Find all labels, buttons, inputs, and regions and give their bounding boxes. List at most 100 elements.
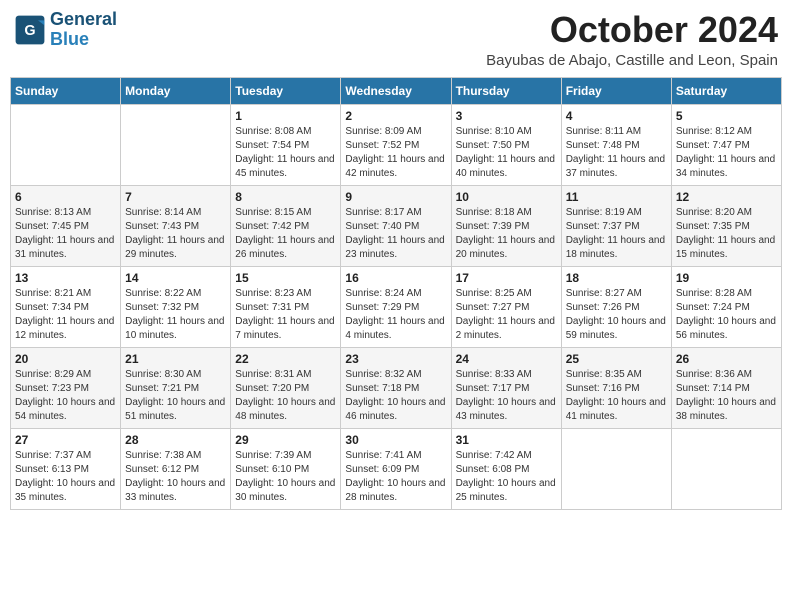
day-number: 1 xyxy=(235,109,336,123)
day-info: Sunrise: 8:25 AM Sunset: 7:27 PM Dayligh… xyxy=(456,287,557,343)
day-number: 4 xyxy=(566,109,667,123)
title-block: October 2024 Bayubas de Abajo, Castille … xyxy=(486,10,778,69)
calendar-cell: 14Sunrise: 8:22 AM Sunset: 7:32 PM Dayli… xyxy=(121,266,231,347)
day-number: 26 xyxy=(676,352,777,366)
calendar-cell: 17 Sunrise: 8:25 AM Sunset: 7:27 PM Dayli… xyxy=(451,266,561,347)
day-info: Sunrise: 8:33 AM Sunset: 7:17 PM Dayligh… xyxy=(456,368,557,424)
day-info: Sunrise: 8:28 AM Sunset: 7:24 PM Dayligh… xyxy=(676,287,777,343)
weekday-sunday: Sunday xyxy=(11,77,121,104)
day-info: Sunrise: 7:41 AM Sunset: 6:09 PM Dayligh… xyxy=(345,449,446,505)
day-number: 27 xyxy=(15,433,116,447)
weekday-thursday: Thursday xyxy=(451,77,561,104)
day-number: 5 xyxy=(676,109,777,123)
calendar-cell xyxy=(671,428,781,509)
day-number: 24 xyxy=(456,352,557,366)
month-title: October 2024 xyxy=(486,10,778,50)
calendar-cell: 18 Sunrise: 8:27 AM Sunset: 7:26 PM Dayli… xyxy=(561,266,671,347)
day-info: Sunrise: 8:32 AM Sunset: 7:18 PM Dayligh… xyxy=(345,368,446,424)
day-info: Sunrise: 8:13 AM Sunset: 7:45 PM Dayligh… xyxy=(15,206,116,262)
day-info: Sunrise: 8:24 AM Sunset: 7:29 PM Dayligh… xyxy=(345,287,446,343)
day-info: Sunrise: 8:09 AM Sunset: 7:52 PM Dayligh… xyxy=(345,125,446,181)
calendar-week-5: 27 Sunrise: 7:37 AM Sunset: 6:13 PM Dayli… xyxy=(11,428,782,509)
day-number: 23 xyxy=(345,352,446,366)
day-number: 2 xyxy=(345,109,446,123)
calendar-cell xyxy=(561,428,671,509)
page-header: G General Blue October 2024 Bayubas de A… xyxy=(10,10,782,69)
day-info: Sunrise: 8:23 AM Sunset: 7:31 PM Dayligh… xyxy=(235,287,336,343)
calendar-cell: 3 Sunrise: 8:10 AM Sunset: 7:50 PM Daylig… xyxy=(451,104,561,185)
day-info: Sunrise: 8:15 AM Sunset: 7:42 PM Dayligh… xyxy=(235,206,336,262)
weekday-friday: Friday xyxy=(561,77,671,104)
day-number: 28 xyxy=(125,433,226,447)
calendar-cell: 11Sunrise: 8:19 AM Sunset: 7:37 PM Dayli… xyxy=(561,185,671,266)
calendar-week-4: 20Sunrise: 8:29 AM Sunset: 7:23 PM Dayli… xyxy=(11,347,782,428)
day-info: Sunrise: 7:37 AM Sunset: 6:13 PM Dayligh… xyxy=(15,449,116,505)
day-info: Sunrise: 8:17 AM Sunset: 7:40 PM Dayligh… xyxy=(345,206,446,262)
day-info: Sunrise: 8:36 AM Sunset: 7:14 PM Dayligh… xyxy=(676,368,777,424)
day-number: 25 xyxy=(566,352,667,366)
day-number: 8 xyxy=(235,190,336,204)
day-info: Sunrise: 8:20 AM Sunset: 7:35 PM Dayligh… xyxy=(676,206,777,262)
day-info: Sunrise: 8:10 AM Sunset: 7:50 PM Dayligh… xyxy=(456,125,557,181)
day-info: Sunrise: 8:08 AM Sunset: 7:54 PM Dayligh… xyxy=(235,125,336,181)
calendar-cell: 1 Sunrise: 8:08 AM Sunset: 7:54 PM Daylig… xyxy=(231,104,341,185)
calendar-cell: 21 Sunrise: 8:30 AM Sunset: 7:21 PM Dayli… xyxy=(121,347,231,428)
calendar-cell: 7Sunrise: 8:14 AM Sunset: 7:43 PM Daylig… xyxy=(121,185,231,266)
weekday-monday: Monday xyxy=(121,77,231,104)
location-title: Bayubas de Abajo, Castille and Leon, Spa… xyxy=(486,52,778,69)
day-info: Sunrise: 7:42 AM Sunset: 6:08 PM Dayligh… xyxy=(456,449,557,505)
calendar-week-2: 6 Sunrise: 8:13 AM Sunset: 7:45 PM Daylig… xyxy=(11,185,782,266)
calendar-body: 1 Sunrise: 8:08 AM Sunset: 7:54 PM Daylig… xyxy=(11,104,782,509)
calendar-cell: 23 Sunrise: 8:32 AM Sunset: 7:18 PM Dayli… xyxy=(341,347,451,428)
calendar-cell: 28 Sunrise: 7:38 AM Sunset: 6:12 PM Dayli… xyxy=(121,428,231,509)
day-info: Sunrise: 8:21 AM Sunset: 7:34 PM Dayligh… xyxy=(15,287,116,343)
weekday-wednesday: Wednesday xyxy=(341,77,451,104)
calendar-cell: 27 Sunrise: 7:37 AM Sunset: 6:13 PM Dayli… xyxy=(11,428,121,509)
day-number: 10 xyxy=(456,190,557,204)
day-info: Sunrise: 8:12 AM Sunset: 7:47 PM Dayligh… xyxy=(676,125,777,181)
calendar-cell: 29Sunrise: 7:39 AM Sunset: 6:10 PM Dayli… xyxy=(231,428,341,509)
weekday-tuesday: Tuesday xyxy=(231,77,341,104)
calendar-cell: 31 Sunrise: 7:42 AM Sunset: 6:08 PM Dayli… xyxy=(451,428,561,509)
calendar-cell: 25 Sunrise: 8:35 AM Sunset: 7:16 PM Dayli… xyxy=(561,347,671,428)
day-number: 3 xyxy=(456,109,557,123)
calendar-cell: 30 Sunrise: 7:41 AM Sunset: 6:09 PM Dayli… xyxy=(341,428,451,509)
calendar-cell: 9 Sunrise: 8:17 AM Sunset: 7:40 PM Daylig… xyxy=(341,185,451,266)
logo-icon: G xyxy=(14,14,46,46)
svg-text:G: G xyxy=(24,23,35,39)
day-number: 12 xyxy=(676,190,777,204)
calendar-cell: 26 Sunrise: 8:36 AM Sunset: 7:14 PM Dayli… xyxy=(671,347,781,428)
day-info: Sunrise: 7:39 AM Sunset: 6:10 PM Dayligh… xyxy=(235,449,336,505)
day-info: Sunrise: 8:27 AM Sunset: 7:26 PM Dayligh… xyxy=(566,287,667,343)
calendar-cell: 16Sunrise: 8:24 AM Sunset: 7:29 PM Dayli… xyxy=(341,266,451,347)
day-number: 19 xyxy=(676,271,777,285)
calendar-cell: 20Sunrise: 8:29 AM Sunset: 7:23 PM Dayli… xyxy=(11,347,121,428)
day-number: 13 xyxy=(15,271,116,285)
calendar-cell: 6 Sunrise: 8:13 AM Sunset: 7:45 PM Daylig… xyxy=(11,185,121,266)
day-number: 21 xyxy=(125,352,226,366)
day-number: 30 xyxy=(345,433,446,447)
day-number: 31 xyxy=(456,433,557,447)
day-number: 9 xyxy=(345,190,446,204)
day-number: 6 xyxy=(15,190,116,204)
weekday-header-row: SundayMondayTuesdayWednesdayThursdayFrid… xyxy=(11,77,782,104)
day-number: 14 xyxy=(125,271,226,285)
day-number: 15 xyxy=(235,271,336,285)
day-info: Sunrise: 8:30 AM Sunset: 7:21 PM Dayligh… xyxy=(125,368,226,424)
day-info: Sunrise: 7:38 AM Sunset: 6:12 PM Dayligh… xyxy=(125,449,226,505)
day-info: Sunrise: 8:31 AM Sunset: 7:20 PM Dayligh… xyxy=(235,368,336,424)
day-number: 17 xyxy=(456,271,557,285)
calendar-week-1: 1 Sunrise: 8:08 AM Sunset: 7:54 PM Daylig… xyxy=(11,104,782,185)
calendar-cell: 2 Sunrise: 8:09 AM Sunset: 7:52 PM Daylig… xyxy=(341,104,451,185)
calendar-cell: 13 Sunrise: 8:21 AM Sunset: 7:34 PM Dayli… xyxy=(11,266,121,347)
day-info: Sunrise: 8:35 AM Sunset: 7:16 PM Dayligh… xyxy=(566,368,667,424)
calendar-cell xyxy=(11,104,121,185)
calendar-cell: 8 Sunrise: 8:15 AM Sunset: 7:42 PM Daylig… xyxy=(231,185,341,266)
calendar-cell xyxy=(121,104,231,185)
day-number: 20 xyxy=(15,352,116,366)
day-info: Sunrise: 8:11 AM Sunset: 7:48 PM Dayligh… xyxy=(566,125,667,181)
logo: G General Blue xyxy=(14,10,117,50)
day-number: 18 xyxy=(566,271,667,285)
calendar-cell: 5 Sunrise: 8:12 AM Sunset: 7:47 PM Daylig… xyxy=(671,104,781,185)
weekday-saturday: Saturday xyxy=(671,77,781,104)
